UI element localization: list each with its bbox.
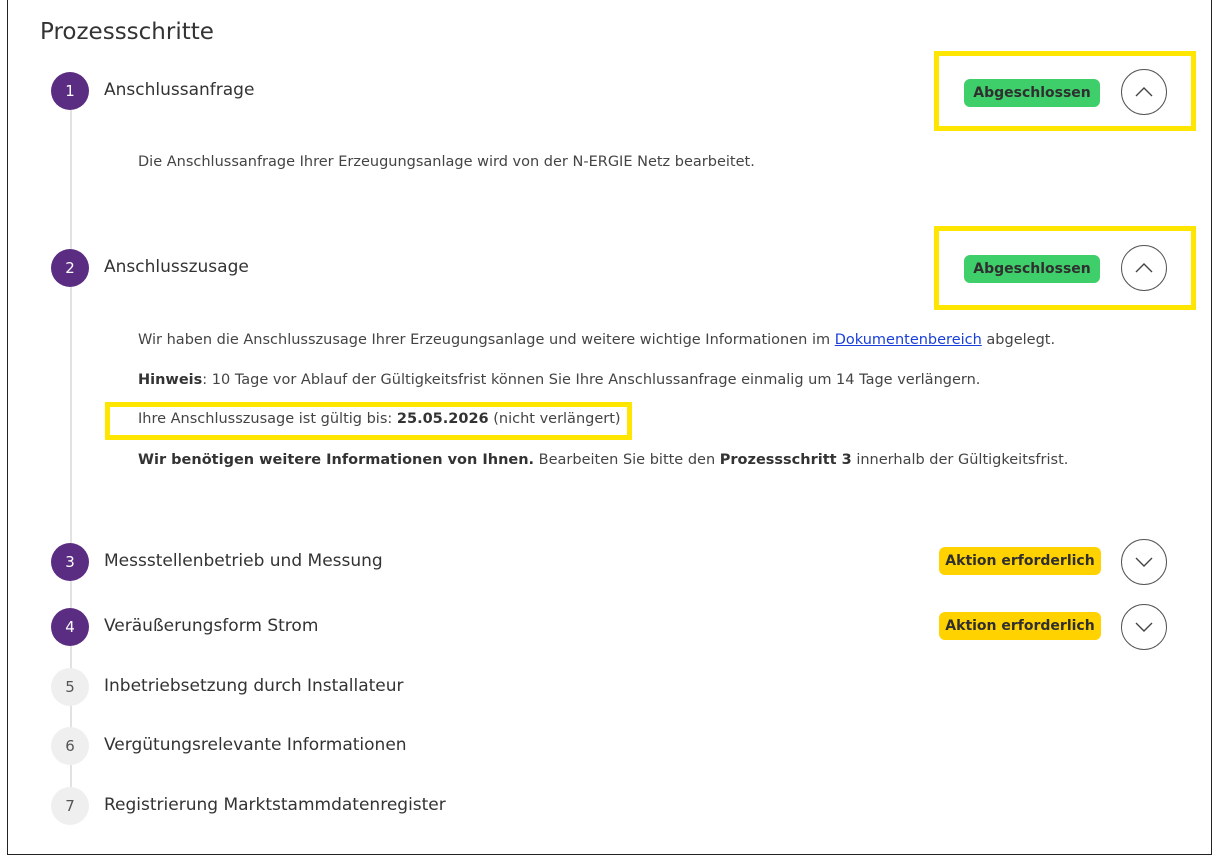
step-number-7: 7 <box>51 787 89 825</box>
validity-prefix: Ihre Anschlusszusage ist gültig bis: <box>138 411 397 427</box>
validity-suffix: (nicht verlängert) <box>488 411 621 427</box>
step-number-5: 5 <box>51 668 89 706</box>
step-label-2[interactable]: Anschlusszusage <box>104 257 249 277</box>
status-badge-step-2: Abgeschlossen <box>964 255 1100 283</box>
step-1-description: Die Anschlussanfrage Ihrer Erzeugungsanl… <box>138 154 755 170</box>
step-2-documents-line: Wir haben die Anschlusszusage Ihrer Erze… <box>138 332 1055 348</box>
step-label-7: Registrierung Marktstammdatenregister <box>104 795 446 815</box>
step-number-6: 6 <box>51 727 89 765</box>
timeline-rail-3 <box>70 580 72 610</box>
status-badge-step-3: Aktion erforderlich <box>939 547 1101 575</box>
step-2-hint-line: Hinweis: 10 Tage vor Ablauf der Gültigke… <box>138 372 980 388</box>
info-step-ref: Prozessschritt 3 <box>719 452 852 468</box>
timeline-rail-2 <box>70 287 72 545</box>
timeline-rail-1 <box>70 110 72 252</box>
step-2-info-line: Wir benötigen weitere Informationen von … <box>138 452 1068 468</box>
documents-line-suffix: abgelegt. <box>981 332 1056 348</box>
chevron-up-icon <box>1135 263 1153 273</box>
collapse-toggle-step-1[interactable] <box>1121 69 1167 115</box>
step-label-1[interactable]: Anschlussanfrage <box>104 80 254 100</box>
collapse-toggle-step-2[interactable] <box>1121 245 1167 291</box>
status-badge-step-1: Abgeschlossen <box>964 79 1100 107</box>
hint-label: Hinweis <box>138 372 203 388</box>
status-badge-step-4: Aktion erforderlich <box>939 612 1101 640</box>
info-mid: Bearbeiten Sie bitte den <box>534 452 720 468</box>
page-title: Prozessschritte <box>40 19 214 45</box>
step-2-validity-line: Ihre Anschlusszusage ist gültig bis: 25.… <box>138 411 621 427</box>
timeline-rail-4 <box>70 645 72 670</box>
step-label-4[interactable]: Veräußerungsform Strom <box>104 616 318 636</box>
expand-toggle-step-3[interactable] <box>1121 539 1167 585</box>
chevron-down-icon <box>1135 557 1153 567</box>
step-number-2: 2 <box>51 249 89 287</box>
chevron-down-icon <box>1135 622 1153 632</box>
info-after: innerhalb der Gültigkeitsfrist. <box>851 452 1069 468</box>
info-bold: Wir benötigen weitere Informationen von … <box>138 452 535 468</box>
step-label-5: Inbetriebsetzung durch Installateur <box>104 676 404 696</box>
step-label-6: Vergütungsrelevante Informationen <box>104 735 407 755</box>
step-number-3: 3 <box>51 543 89 581</box>
expand-toggle-step-4[interactable] <box>1121 604 1167 650</box>
chevron-up-icon <box>1135 87 1153 97</box>
documents-line-prefix: Wir haben die Anschlusszusage Ihrer Erze… <box>138 332 835 348</box>
validity-date: 25.05.2026 <box>396 411 489 427</box>
step-number-1: 1 <box>51 72 89 110</box>
step-number-4: 4 <box>51 608 89 646</box>
step-label-3[interactable]: Messstellenbetrieb und Messung <box>104 551 383 571</box>
hint-text: : 10 Tage vor Ablauf der Gültigkeitsfris… <box>202 372 981 388</box>
documents-link[interactable]: Dokumentenbereich <box>835 332 982 348</box>
